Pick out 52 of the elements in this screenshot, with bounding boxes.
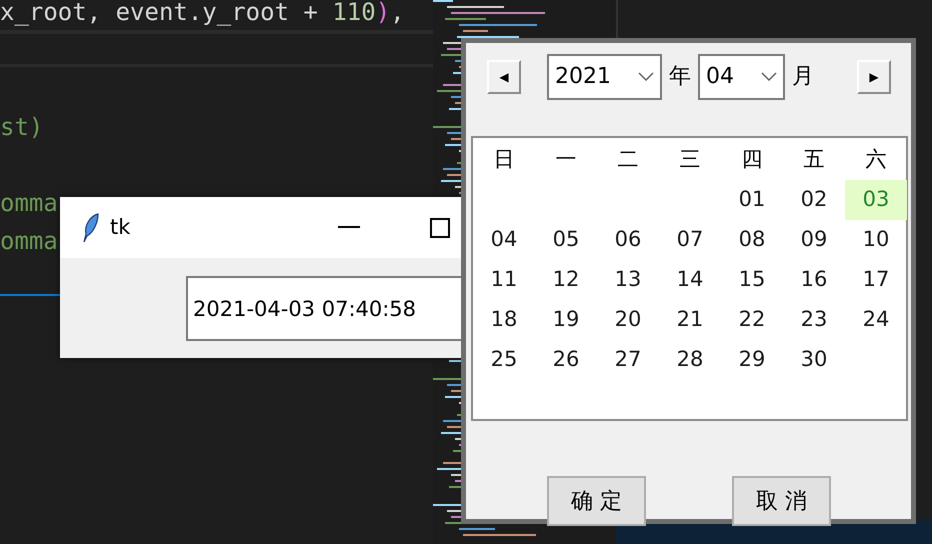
year-dropdown[interactable]: 2021 [547, 54, 662, 100]
day-cell[interactable]: 06 [597, 220, 659, 260]
chevron-down-icon [638, 72, 654, 81]
cancel-button[interactable]: 取 消 [732, 476, 831, 526]
day-cell[interactable]: 02 [783, 180, 845, 220]
weekday-label: 一 [554, 146, 578, 174]
day-cell[interactable]: 29 [721, 340, 783, 380]
minimize-icon[interactable] [338, 226, 360, 229]
next-month-button[interactable]: ▶ [857, 60, 891, 94]
maximize-icon[interactable] [430, 218, 450, 238]
day-cell[interactable]: 30 [783, 340, 845, 380]
code-line: st) [0, 112, 44, 142]
code-line: omma [0, 226, 58, 256]
day-cell[interactable]: 05 [535, 220, 597, 260]
weekday-label: 四 [740, 146, 764, 174]
day-cell[interactable]: 13 [597, 260, 659, 300]
confirm-button[interactable]: 确 定 [547, 476, 646, 526]
code-line: x_root, event.y_root + 110), [0, 0, 405, 27]
weekday-label: 六 [864, 146, 888, 174]
day-cell[interactable]: 16 [783, 260, 845, 300]
day-cell[interactable]: 19 [535, 300, 597, 340]
year-label: 年 [669, 63, 691, 91]
day-cell[interactable]: 24 [845, 300, 907, 340]
day-cell[interactable]: 07 [659, 220, 721, 260]
day-cell[interactable]: 22 [721, 300, 783, 340]
weekday-label: 三 [678, 146, 702, 174]
day-cell[interactable]: 26 [535, 340, 597, 380]
month-dropdown[interactable]: 04 [698, 54, 785, 100]
day-cell[interactable]: 15 [721, 260, 783, 300]
day-cell[interactable]: 25 [473, 340, 535, 380]
weekday-label: 日 [492, 146, 516, 174]
day-cell[interactable]: 10 [845, 220, 907, 260]
window-title: tk [110, 214, 130, 241]
day-cell[interactable]: 09 [783, 220, 845, 260]
day-cell[interactable]: 03 [845, 180, 907, 220]
day-cell[interactable]: 08 [721, 220, 783, 260]
previous-month-button[interactable]: ◀ [487, 60, 521, 94]
day-cell[interactable]: 12 [535, 260, 597, 300]
day-cell[interactable]: 04 [473, 220, 535, 260]
day-cell[interactable]: 20 [597, 300, 659, 340]
chevron-down-icon [761, 72, 777, 81]
code-line: omma [0, 188, 58, 218]
weekday-label: 二 [616, 146, 640, 174]
day-cell[interactable]: 27 [597, 340, 659, 380]
weekday-label: 五 [802, 146, 826, 174]
month-label: 月 [792, 63, 814, 91]
day-cell[interactable]: 21 [659, 300, 721, 340]
day-cell[interactable]: 14 [659, 260, 721, 300]
day-cell[interactable]: 23 [783, 300, 845, 340]
day-cell[interactable]: 28 [659, 340, 721, 380]
day-cell[interactable]: 17 [845, 260, 907, 300]
day-cell[interactable]: 01 [721, 180, 783, 220]
